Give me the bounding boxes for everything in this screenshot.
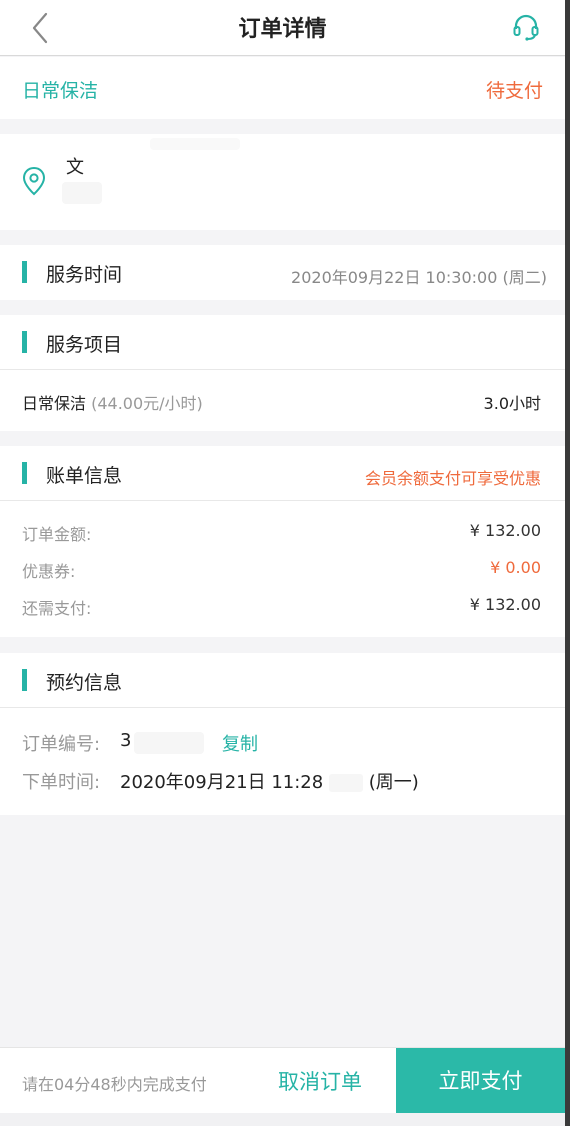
payment-countdown: 请在04分48秒内完成支付	[22, 1075, 207, 1094]
section-marker	[22, 462, 27, 484]
section-marker	[22, 669, 27, 691]
section-marker	[22, 331, 27, 353]
booking-info-card: 预约信息 订单编号: 3 复制 下单时间: 2020年09月21日 11:28 …	[0, 653, 565, 815]
address-contact-name: 文	[66, 157, 84, 178]
bill-row-label: 订单金额:	[22, 525, 92, 544]
service-item: 日常保洁 (44.00元/小时) 3.0小时	[0, 370, 565, 430]
order-time-value: 2020年09月21日 11:28	[120, 772, 324, 793]
pay-now-button[interactable]: 立即支付	[396, 1048, 565, 1114]
redacted-order-number	[134, 732, 204, 754]
headset-icon[interactable]	[511, 12, 541, 42]
redacted-order-seconds	[328, 774, 363, 792]
member-promo-link[interactable]: 会员余额支付可享受优惠	[365, 465, 541, 489]
bill-row: 优惠券: ¥ 0.00	[0, 550, 565, 587]
order-number-row: 订单编号: 3 复制	[0, 724, 565, 762]
order-state-badge: 待支付	[485, 80, 543, 102]
copy-order-number-button[interactable]: 复制	[222, 730, 258, 756]
service-item-name: 日常保洁	[22, 394, 87, 413]
bill-row: 还需支付: ¥ 132.00	[0, 587, 565, 624]
service-time-title: 服务时间	[46, 264, 123, 286]
screen-edge	[565, 0, 570, 1126]
cancel-order-button[interactable]: 取消订单	[278, 1066, 362, 1096]
footer-strip	[0, 1113, 565, 1126]
order-time-weekday: (周一)	[368, 772, 419, 793]
bill-row-label: 优惠券:	[22, 562, 76, 581]
service-item-duration: 3.0小时	[483, 394, 541, 413]
order-time-label: 下单时间:	[22, 772, 101, 793]
order-status-bar: 日常保洁 待支付	[0, 57, 565, 119]
service-time-card: 服务时间 2020年09月22日 10:30:00 (周二)	[0, 245, 565, 300]
page: 订单详情 日常保洁 待支付 文 服务时间 2020年09月22日 10:30:0…	[0, 0, 565, 1126]
bottom-action-bar: 请在04分48秒内完成支付 取消订单 立即支付	[0, 1047, 565, 1114]
page-title: 订单详情	[238, 17, 327, 42]
billing-card: 账单信息 会员余额支付可享受优惠 订单金额: ¥ 132.00 优惠券: ¥ 0…	[0, 446, 565, 637]
bill-row: 订单金额: ¥ 132.00	[0, 513, 565, 550]
location-pin-icon	[22, 166, 46, 196]
bill-row-value: ¥ 132.00	[469, 595, 541, 614]
service-item-price: (44.00元/小时)	[91, 394, 203, 413]
navbar: 订单详情	[0, 0, 565, 56]
billing-title: 账单信息	[46, 465, 123, 487]
redacted-address-2	[150, 138, 240, 150]
booking-info-title: 预约信息	[46, 672, 123, 694]
service-time-value: 2020年09月22日 10:30:00 (周二)	[291, 268, 547, 287]
bill-row-label: 还需支付:	[22, 599, 92, 618]
bill-row-value: ¥ 132.00	[469, 521, 541, 540]
service-type-label: 日常保洁	[22, 80, 99, 102]
section-marker	[22, 261, 27, 283]
service-items-title: 服务项目	[46, 334, 123, 356]
bill-row-value: ¥ 0.00	[490, 558, 541, 577]
order-time-row: 下单时间: 2020年09月21日 11:28 (周一)	[0, 762, 565, 800]
order-number-value: 3	[120, 730, 132, 751]
redacted-address	[62, 182, 102, 204]
service-items-card: 服务项目 日常保洁 (44.00元/小时) 3.0小时	[0, 315, 565, 431]
order-number-label: 订单编号:	[22, 734, 101, 755]
